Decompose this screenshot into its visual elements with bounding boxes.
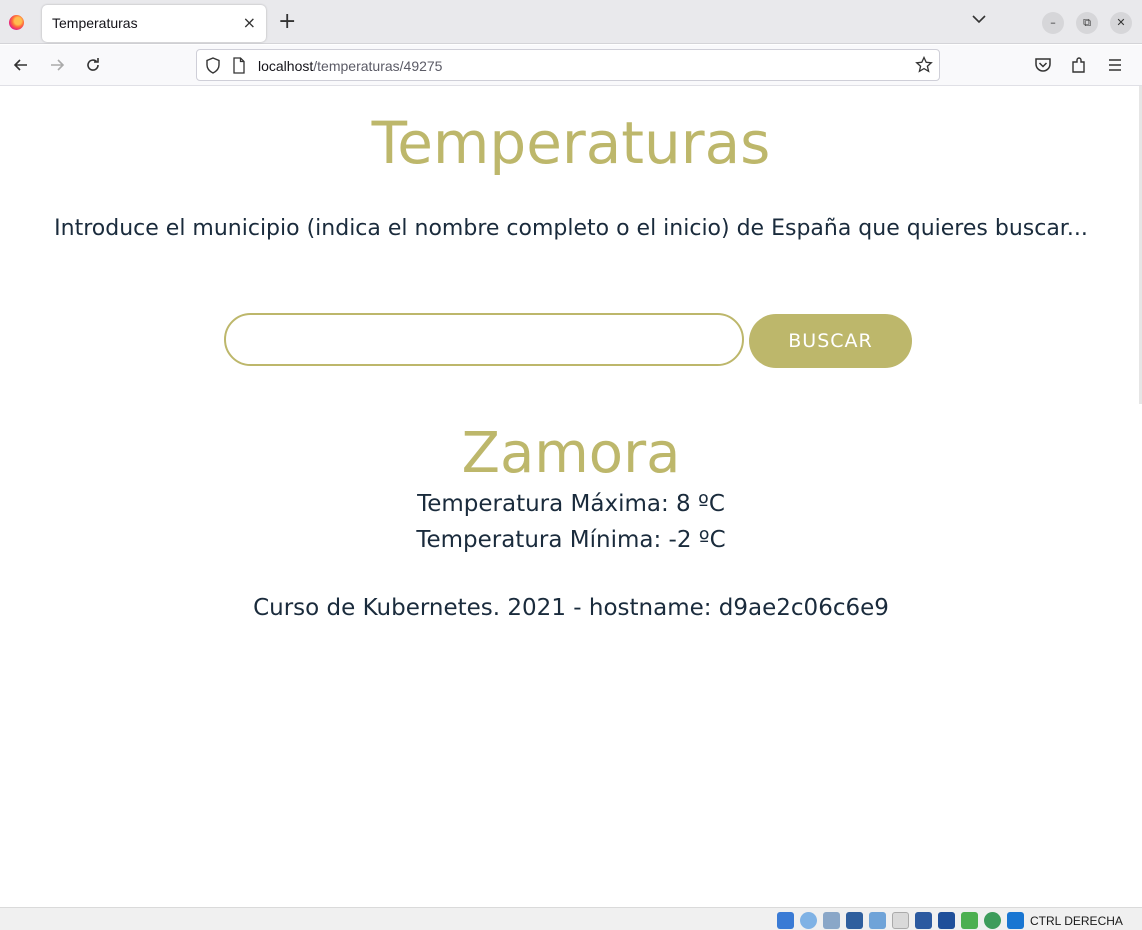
menu-icon[interactable]	[1105, 55, 1125, 75]
url-path: /temperaturas/49275	[313, 58, 443, 74]
temp-max: Temperatura Máxima: 8 ºC	[417, 491, 725, 517]
tab-close-icon[interactable]: ×	[243, 13, 256, 32]
footer-text: Curso de Kubernetes. 2021 - hostname: d9…	[253, 595, 889, 621]
forward-icon[interactable]	[47, 55, 67, 75]
restore-icon[interactable]: ⧉	[1076, 12, 1098, 34]
shared-folders-icon[interactable]	[892, 912, 909, 929]
guest-additions-icon[interactable]	[984, 912, 1001, 929]
bookmark-star-icon[interactable]	[915, 56, 933, 74]
close-window-icon[interactable]: ✕	[1110, 12, 1132, 34]
back-icon[interactable]	[11, 55, 31, 75]
audio-icon[interactable]	[823, 912, 840, 929]
navigation-toolbar: localhost/temperaturas/49275	[0, 45, 1142, 86]
keyboard-capture-icon[interactable]	[1007, 912, 1024, 929]
reload-icon[interactable]	[83, 55, 103, 75]
tab-strip: Temperaturas × + – ⧉ ✕	[0, 0, 1142, 44]
tab-title: Temperaturas	[52, 15, 138, 31]
url-text: localhost/temperaturas/49275	[258, 58, 442, 74]
video-capture-icon[interactable]	[938, 912, 955, 929]
municipio-search-input[interactable]	[224, 313, 744, 366]
buscar-button[interactable]: BUSCAR	[749, 314, 912, 368]
scrollbar[interactable]	[1138, 86, 1142, 907]
shield-icon[interactable]	[205, 57, 221, 74]
page-content: Temperaturas Introduce el municipio (ind…	[0, 87, 1142, 907]
page-icon[interactable]	[232, 57, 246, 74]
host-key-label: CTRL DERECHA	[1030, 914, 1123, 928]
new-tab-button[interactable]: +	[278, 9, 296, 35]
extensions-icon[interactable]	[1069, 55, 1089, 75]
tab-temperaturas[interactable]: Temperaturas ×	[42, 5, 266, 42]
minimize-icon[interactable]: –	[1042, 12, 1064, 34]
browser-window: Temperaturas × + – ⧉ ✕ localhost/tempera…	[0, 0, 1142, 930]
page-title: Temperaturas	[371, 109, 771, 177]
optical-drive-icon[interactable]	[800, 912, 817, 929]
usb-icon[interactable]	[869, 912, 886, 929]
list-all-tabs-icon[interactable]	[970, 10, 988, 28]
network-icon[interactable]	[846, 912, 863, 929]
display-icon[interactable]	[915, 912, 932, 929]
city-name: Zamora	[461, 421, 681, 486]
url-bar[interactable]: localhost/temperaturas/49275	[196, 49, 940, 81]
firefox-icon[interactable]	[9, 15, 24, 30]
mouse-integration-icon[interactable]	[961, 912, 978, 929]
intro-text: Introduce el municipio (indica el nombre…	[54, 216, 1088, 241]
url-host: localhost	[258, 58, 314, 74]
hard-disk-icon[interactable]	[777, 912, 794, 929]
pocket-icon[interactable]	[1033, 55, 1053, 75]
temp-min: Temperatura Mínima: -2 ºC	[416, 527, 726, 553]
vm-status-bar: CTRL DERECHA	[0, 907, 1142, 930]
